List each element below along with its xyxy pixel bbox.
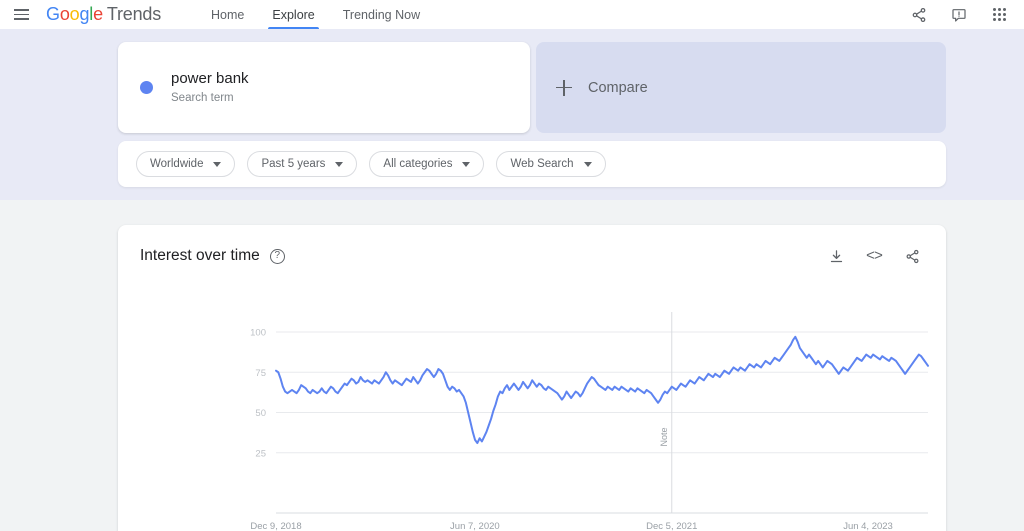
chart-header: Interest over time ? <> [118,225,946,287]
interest-over-time-chart: 100 75 50 25 Dec 9, 2018 Jun 7, 2020 Dec 5, 20… [118,287,946,531]
compare-label: Compare [588,80,648,96]
filter-search-type[interactable]: Web Search [496,151,605,177]
x-axis-tick-label: Dec 5, 2021 [646,521,697,531]
chevron-down-icon [462,162,470,167]
y-axis-tick-label: 100 [250,328,266,339]
filter-bar: Worldwide Past 5 years All categories We… [118,141,946,187]
filter-search-type-label: Web Search [510,158,573,170]
series-color-dot [140,81,153,94]
filter-time-range[interactable]: Past 5 years [247,151,357,177]
filter-category-label: All categories [383,158,452,170]
plus-icon [556,80,572,96]
google-trends-logo[interactable]: GoogleTrends [46,4,161,25]
embed-code-icon[interactable]: <> [864,246,884,266]
x-axis-tick-label: Dec 9, 2018 [250,521,301,531]
header-actions [908,4,1010,26]
trend-line-series [276,337,928,443]
nav-item-trending-now[interactable]: Trending Now [329,0,434,29]
download-icon[interactable] [826,246,846,266]
share-icon[interactable] [908,4,930,26]
y-axis-tick-label: 25 [255,448,266,459]
search-term-text: power bank Search term [171,70,249,105]
brand-product-label: Trends [107,4,161,24]
y-axis-tick-label: 50 [255,408,266,419]
chart-title: Interest over time [140,247,260,265]
chart-note-annotation: Note [659,427,669,446]
chevron-down-icon [213,162,221,167]
filter-location[interactable]: Worldwide [136,151,235,177]
y-axis-tick-label: 75 [255,368,266,379]
x-axis-tick-label: Jun 4, 2023 [843,521,893,531]
chart-actions: <> [826,246,922,266]
x-axis-tick-label: Jun 7, 2020 [450,521,500,531]
nav-item-explore[interactable]: Explore [258,0,328,29]
app-header: GoogleTrends Home Explore Trending Now [0,0,1024,29]
search-term-name: power bank [171,70,249,88]
interest-over-time-card: Interest over time ? <> 100 75 50 25 Dec 9, … [118,225,946,531]
share-icon[interactable] [902,246,922,266]
main-nav: Home Explore Trending Now [197,0,434,29]
chart-plot-area[interactable]: 100 75 50 25 Dec 9, 2018 Jun 7, 2020 Dec 5, 20… [118,287,946,531]
search-term-type: Search term [171,91,249,105]
help-circle-icon[interactable]: ? [270,249,285,264]
feedback-icon[interactable] [948,4,970,26]
compare-button[interactable]: Compare [536,42,946,133]
filter-category[interactable]: All categories [369,151,484,177]
search-term-card[interactable]: power bank Search term [118,42,530,133]
chevron-down-icon [584,162,592,167]
nav-item-home[interactable]: Home [197,0,258,29]
chevron-down-icon [335,162,343,167]
filter-location-label: Worldwide [150,158,203,170]
hamburger-menu-icon[interactable] [6,0,36,29]
filter-time-range-label: Past 5 years [261,158,325,170]
apps-grid-icon[interactable] [988,4,1010,26]
